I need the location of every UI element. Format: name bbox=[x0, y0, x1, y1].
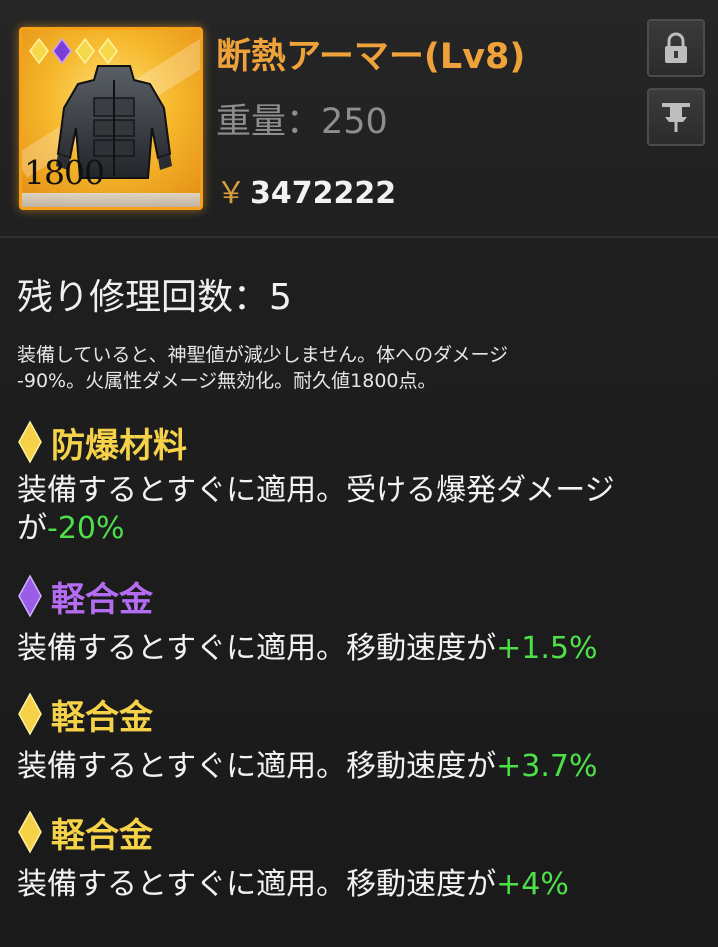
modifier-name: 軽合金 bbox=[51, 697, 153, 738]
modifier-name: 軽合金 bbox=[51, 815, 153, 856]
item-icon-frame[interactable]: 1800 bbox=[19, 27, 203, 210]
modifier-value: +1.5% bbox=[496, 631, 598, 666]
modifier-text: 装備するとすぐに適用。移動速度が bbox=[17, 867, 497, 902]
modifier-blastproof: 防爆材料 装備するとすぐに適用。受ける爆発ダメージ が-20% bbox=[17, 420, 707, 548]
description-line: 装備していると、神聖値が減少しません。体へのダメージ bbox=[17, 344, 509, 366]
price-value: 3472222 bbox=[250, 176, 397, 211]
item-weight: 重量：250 bbox=[216, 102, 388, 142]
pin-button[interactable] bbox=[647, 88, 705, 146]
modifier-name: 軽合金 bbox=[51, 579, 153, 620]
item-detail-panel: 1800 断熱アーマー(Lv8) 重量：250 ￥ 3472222 残り修理回数：… bbox=[0, 0, 718, 947]
icon-bottom-strip bbox=[22, 193, 200, 207]
item-description: 装備していると、神聖値が減少しません。体へのダメージ -90%。火属性ダメージ無… bbox=[17, 342, 707, 394]
gold-gem-icon bbox=[29, 38, 49, 64]
modifier-value: -20% bbox=[47, 511, 125, 546]
yen-icon: ￥ bbox=[216, 176, 246, 211]
modifier-text: 装備するとすぐに適用。受ける爆発ダメージ bbox=[17, 473, 615, 508]
repair-count: 残り修理回数：5 bbox=[17, 277, 292, 318]
item-title: 断熱アーマー(Lv8) bbox=[216, 37, 526, 77]
item-count: 1800 bbox=[24, 153, 105, 192]
modifier-light-alloy: 軽合金 装備するとすぐに適用。移動速度が+4% bbox=[17, 810, 707, 904]
modifier-value: +4% bbox=[496, 867, 569, 902]
lock-button[interactable] bbox=[647, 19, 705, 77]
item-price: ￥ 3472222 bbox=[216, 168, 396, 212]
modifier-light-alloy: 軽合金 装備するとすぐに適用。移動速度が+3.7% bbox=[17, 692, 707, 786]
modifier-text: 装備するとすぐに適用。移動速度が bbox=[17, 631, 497, 666]
modifier-light-alloy: 軽合金 装備するとすぐに適用。移動速度が+1.5% bbox=[17, 574, 707, 668]
header-divider bbox=[0, 236, 718, 238]
gold-gem-icon bbox=[18, 692, 42, 736]
purple-gem-icon bbox=[18, 574, 42, 618]
modifier-value: +3.7% bbox=[496, 749, 598, 784]
modifier-text: が bbox=[17, 511, 47, 546]
description-line: -90%。火属性ダメージ無効化。耐久値1800点。 bbox=[17, 370, 437, 392]
modifier-name: 防爆材料 bbox=[51, 425, 187, 466]
modifier-text: 装備するとすぐに適用。移動速度が bbox=[17, 749, 497, 784]
pin-icon bbox=[662, 103, 690, 132]
lock-icon bbox=[665, 32, 687, 63]
gold-gem-icon bbox=[18, 420, 42, 464]
gold-gem-icon bbox=[18, 810, 42, 854]
